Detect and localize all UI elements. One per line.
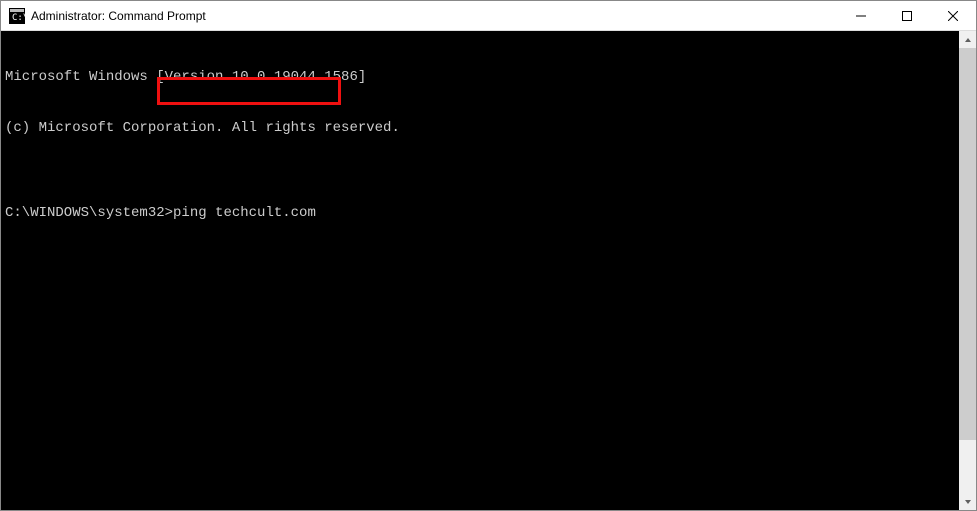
close-button[interactable] [930,1,976,30]
terminal-output[interactable]: Microsoft Windows [Version 10.0.19044.15… [1,31,959,510]
window-controls [838,1,976,30]
terminal-prompt-line: C:\WINDOWS\system32>ping techcult.com [5,205,959,222]
vertical-scrollbar[interactable] [959,31,976,510]
terminal-line: (c) Microsoft Corporation. All rights re… [5,120,959,137]
prompt-path: C:\WINDOWS\system32> [5,205,173,221]
scroll-up-button[interactable] [959,31,976,48]
command-prompt-window: C:\ Administrator: Command Prompt Micros… [0,0,977,511]
titlebar[interactable]: C:\ Administrator: Command Prompt [1,1,976,31]
terminal-line: Microsoft Windows [Version 10.0.19044.15… [5,69,959,86]
window-title: Administrator: Command Prompt [31,9,838,23]
client-area: Microsoft Windows [Version 10.0.19044.15… [1,31,976,510]
scrollbar-track[interactable] [959,48,976,493]
typed-command[interactable]: ping techcult.com [173,205,316,221]
scrollbar-thumb[interactable] [959,48,976,440]
svg-text:C:\: C:\ [12,13,25,23]
maximize-button[interactable] [884,1,930,30]
minimize-button[interactable] [838,1,884,30]
scroll-down-button[interactable] [959,493,976,510]
cmd-icon: C:\ [9,8,25,24]
